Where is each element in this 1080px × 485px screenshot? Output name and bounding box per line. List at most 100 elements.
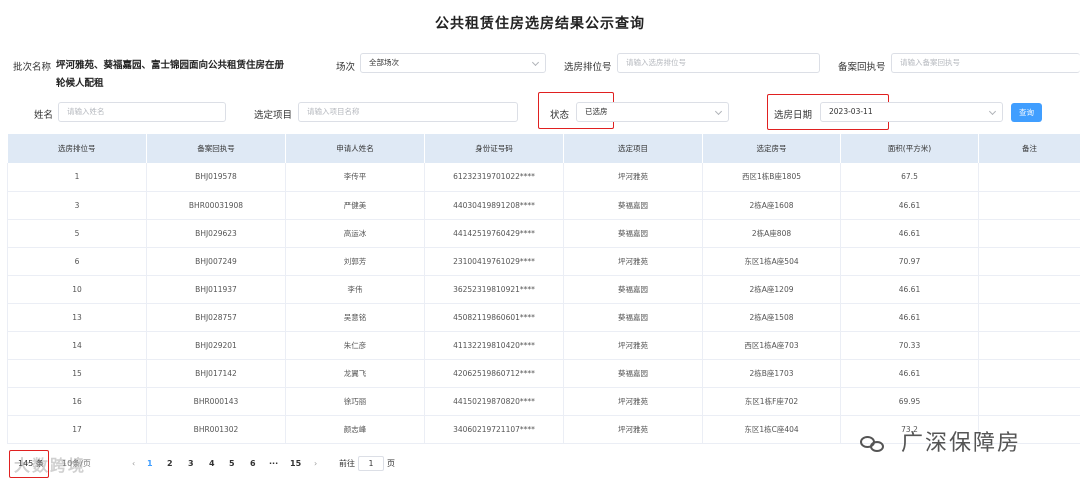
goto-suffix: 页 [387,459,395,468]
table-cell: BHR00031908 [146,191,286,220]
project-input[interactable]: 请输入项目名称 [298,102,518,122]
table-cell: 东区1栋A座504 [702,247,841,276]
table-cell: 46.61 [840,191,979,220]
table-cell: 坪河雅苑 [563,247,703,276]
wechat-icon [860,434,886,454]
chevron-down-icon [531,58,540,67]
table-cell: 45082119860601**** [424,303,564,332]
table-cell: 朱仁彦 [285,331,425,360]
table-cell: 西区1栋B座1805 [702,163,841,192]
table-cell: 6 [7,247,147,276]
table-cell: 2栋B座1703 [702,359,841,388]
table-cell: 刘郭芳 [285,247,425,276]
table-row: 3 BHR00031908 严健美 44030419891208**** 葵福嘉园 2栋A… [7,191,1080,220]
table-row: 15 BHJ017142 龙翼飞 42062519860712**** 葵福嘉园 2栋B座… [7,359,1080,388]
table-cell [978,163,1080,192]
table-row: 1 BHJ019578 李传平 61232319701022**** 坪河雅苑 西区1栋B… [7,163,1080,192]
watermark-right: 广深保障房 [860,425,1021,457]
table-row: 5 BHJ029623 高运冰 44142519760429**** 葵福嘉园 2栋A座8… [7,219,1080,248]
table-cell: 70.97 [840,247,979,276]
page-1[interactable]: 1 [147,456,153,472]
table-cell: 17 [7,415,147,444]
session-select[interactable]: 全部场次 [360,53,546,73]
column-header: 选定房号 [702,134,841,163]
name-input[interactable]: 请输入姓名 [58,102,226,122]
date-label: 选房日期 [774,110,813,121]
table-cell: 葵福嘉园 [563,359,703,388]
table-cell: BHJ029623 [146,219,286,248]
table-cell: BHJ007249 [146,247,286,276]
table-cell: 42062519860712**** [424,359,564,388]
rank-label: 选房排位号 [564,62,612,73]
table-cell: 69.95 [840,387,979,416]
table-cell: 葵福嘉园 [563,191,703,220]
goto-page-input[interactable]: 1 [358,456,384,471]
status-select[interactable]: 已选房 [576,102,729,122]
table-cell: 李伟 [285,275,425,304]
rank-input[interactable]: 请输入选房排位号 [617,53,820,73]
table-cell: 葵福嘉园 [563,275,703,304]
table-cell: 吴意铭 [285,303,425,332]
table-cell: 44150219870820**** [424,387,564,416]
table-cell: BHJ017142 [146,359,286,388]
table-cell: 46.61 [840,275,979,304]
batch-value[interactable]: 坪河雅苑、葵福嘉园、富士锦园面向公共租赁住房在册轮候人配租 [56,57,286,93]
table-header-row: 选房排位号 备案回执号 申请人姓名 身份证号码 选定项目 选定房号 面积(平方米… [7,134,1080,163]
table-cell [978,275,1080,304]
table-cell: BHR000143 [146,387,286,416]
table-cell: 李传平 [285,163,425,192]
query-button[interactable]: 查询 [1011,103,1042,122]
table-cell: 严健美 [285,191,425,220]
table-cell: BHJ028757 [146,303,286,332]
chevron-down-icon [988,107,997,116]
next-page-button[interactable]: › [314,456,317,472]
table-cell: 44142519760429**** [424,219,564,248]
table-cell: 东区1栋F座702 [702,387,841,416]
table-row: 10 BHJ011937 李伟 36252319810921**** 葵福嘉园 2栋A座1… [7,275,1080,304]
table-cell: 东区1栋C座404 [702,415,841,444]
page-15[interactable]: 15 [290,456,301,472]
column-header: 选房排位号 [7,134,147,163]
column-header: 备案回执号 [146,134,286,163]
table-cell: 23100419761029**** [424,247,564,276]
record-label: 备案回执号 [838,62,886,73]
table-cell: 16 [7,387,147,416]
batch-label: 批次名称 [13,62,52,73]
table-cell [978,191,1080,220]
table-cell [978,359,1080,388]
table-cell [978,331,1080,360]
table-cell: BHJ011937 [146,275,286,304]
table-cell: BHJ019578 [146,163,286,192]
page-ellipsis[interactable]: ··· [269,456,278,472]
page-2[interactable]: 2 [167,456,173,472]
table-row: 14 BHJ029201 朱仁彦 41132219810420**** 坪河雅苑 西区1栋… [7,331,1080,360]
table-cell: 10 [7,275,147,304]
table-cell: 2栋A座1508 [702,303,841,332]
table-cell: 5 [7,219,147,248]
table-cell: 46.61 [840,359,979,388]
table-cell: 2栋A座1608 [702,191,841,220]
table-cell: 1 [7,163,147,192]
results-table: 选房排位号 备案回执号 申请人姓名 身份证号码 选定项目 选定房号 面积(平方米… [7,134,1080,444]
table-cell: 坪河雅苑 [563,415,703,444]
table-cell: BHR001302 [146,415,286,444]
page-title: 公共租赁住房选房结果公示查询 [435,16,645,32]
table-cell: 13 [7,303,147,332]
date-picker[interactable]: 2023-03-11 [820,102,1003,122]
column-header: 身份证号码 [424,134,564,163]
table-cell: 3 [7,191,147,220]
page-4[interactable]: 4 [209,456,215,472]
prev-page-button[interactable]: ‹ [132,456,135,472]
record-input[interactable]: 请输入备案回执号 [891,53,1080,73]
table-cell: 2栋A座1209 [702,275,841,304]
column-header: 选定项目 [563,134,703,163]
table-cell: 15 [7,359,147,388]
status-select-value: 已选房 [585,107,608,116]
column-header: 备注 [978,134,1080,163]
page-3[interactable]: 3 [188,456,194,472]
page-5[interactable]: 5 [229,456,235,472]
table-cell: 西区1栋A座703 [702,331,841,360]
goto-label: 前往 [339,459,355,468]
table-cell: 36252319810921**** [424,275,564,304]
page-6[interactable]: 6 [250,456,256,472]
